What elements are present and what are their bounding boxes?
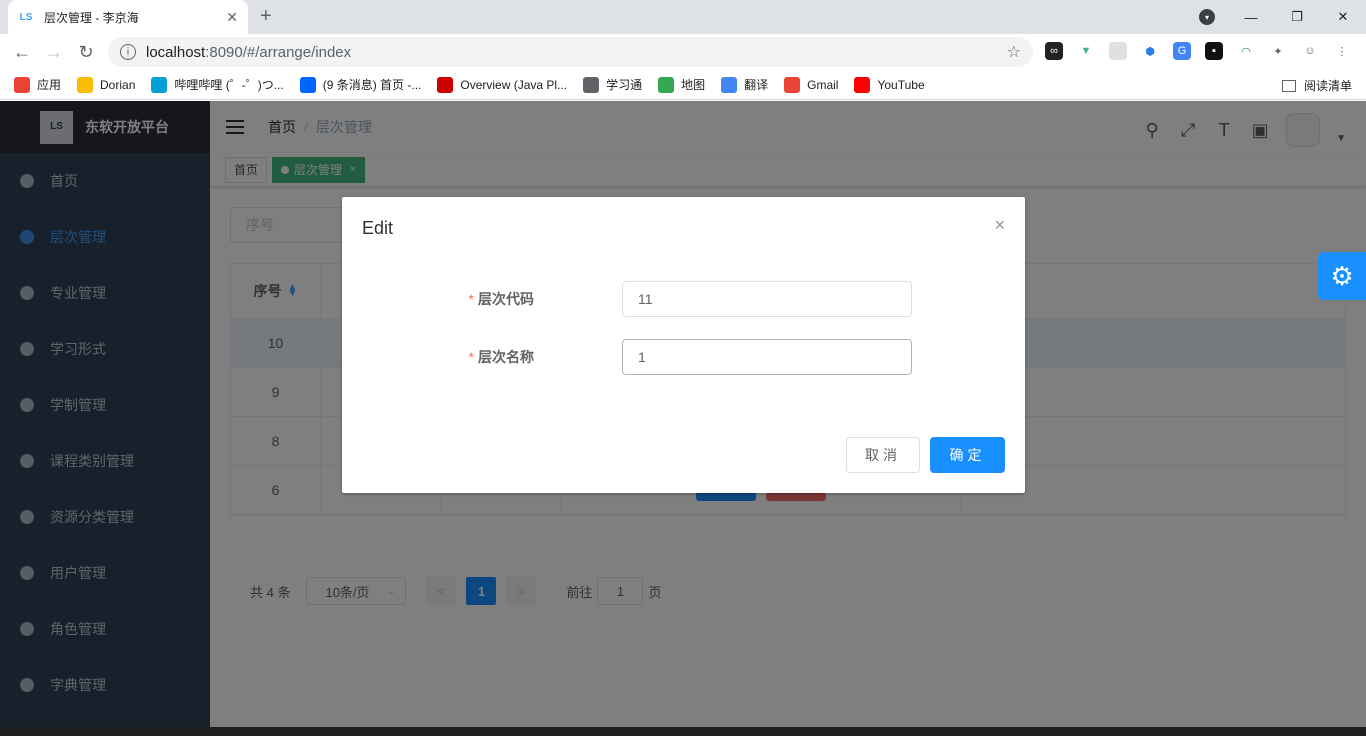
translate-ext-icon[interactable]: G bbox=[1173, 42, 1191, 60]
minimize-icon[interactable]: — bbox=[1228, 10, 1274, 25]
menu-kebab-icon[interactable]: ⋮ bbox=[1333, 42, 1351, 60]
form-row-code: * 层次代码 11 bbox=[342, 281, 1025, 317]
bookmarks-bar: 应用 Dorian 哔哩哔哩 (゜-゜)つ... (9 条消息) 首页 -... Ove… bbox=[0, 70, 1366, 100]
wifi-icon[interactable]: ◠ bbox=[1237, 42, 1255, 60]
browser-tab[interactable]: LS 层次管理 - 李京海 ✕ bbox=[8, 0, 248, 34]
close-window-icon[interactable]: ✕ bbox=[1320, 9, 1366, 25]
cancel-button[interactable]: 取消 bbox=[846, 437, 920, 473]
bookmark-item[interactable]: YouTube bbox=[854, 76, 925, 93]
bookmark-icon bbox=[299, 76, 316, 93]
url-text[interactable]: localhost:8090/#/arrange/index bbox=[146, 44, 1007, 61]
form-row-name: * 层次名称 1 bbox=[342, 339, 1025, 375]
browser-toolbar: ← → ↻ i localhost:8090/#/arrange/index ☆… bbox=[0, 34, 1366, 70]
browser-tabstrip: LS 层次管理 - 李京海 ✕ + ▾ — ❐ ✕ bbox=[0, 0, 1366, 34]
confirm-button[interactable]: 确定 bbox=[930, 437, 1005, 473]
back-icon[interactable]: ← bbox=[6, 42, 38, 63]
bookmark-icon bbox=[151, 76, 168, 93]
site-info-icon[interactable]: i bbox=[120, 44, 136, 60]
field-label: * 层次名称 bbox=[468, 349, 534, 365]
bookmark-item[interactable]: 应用 bbox=[14, 76, 61, 93]
bookmark-icon bbox=[77, 76, 94, 93]
forward-icon[interactable]: → bbox=[38, 42, 70, 63]
bookmark-icon bbox=[658, 76, 675, 93]
tab-search-icon[interactable]: ▾ bbox=[1199, 9, 1215, 25]
reload-icon[interactable]: ↻ bbox=[70, 42, 102, 63]
taskbar bbox=[0, 727, 1366, 736]
dialog-title: Edit bbox=[362, 218, 394, 238]
bookmark-item[interactable]: Dorian bbox=[77, 76, 135, 93]
puzzle-icon[interactable]: ✦ bbox=[1269, 42, 1287, 60]
bookmark-item[interactable]: (9 条消息) 首页 -... bbox=[299, 76, 421, 93]
edit-dialog: Edit × * 层次代码 11 * 层次名称 1 取消 确定 bbox=[342, 197, 1025, 493]
level-code-input[interactable]: 11 bbox=[622, 281, 912, 317]
bookmark-star-icon[interactable]: ☆ bbox=[1007, 42, 1021, 62]
bookmark-item[interactable]: 学习通 bbox=[583, 76, 642, 93]
reading-list-icon bbox=[1281, 79, 1296, 92]
extensions-bar: ∞ ▼ ⬢ G ▪ ◠ ✦ ☺ ⋮ bbox=[1045, 42, 1351, 60]
level-name-input[interactable]: 1 bbox=[622, 339, 912, 375]
bookmark-icon bbox=[583, 76, 600, 93]
field-label: * 层次代码 bbox=[468, 291, 534, 307]
extension-icon[interactable]: ▪ bbox=[1205, 42, 1223, 60]
bookmark-item[interactable]: 翻译 bbox=[721, 76, 768, 93]
bookmark-item[interactable]: Overview (Java Pl... bbox=[437, 76, 567, 93]
restore-icon[interactable]: ❐ bbox=[1274, 9, 1320, 25]
vue-devtools-icon[interactable]: ▼ bbox=[1077, 42, 1095, 60]
bookmark-icon bbox=[721, 76, 738, 93]
bookmark-icon bbox=[437, 76, 454, 93]
bookmark-item[interactable]: 地图 bbox=[658, 76, 705, 93]
bookmark-icon bbox=[14, 76, 30, 93]
address-bar[interactable]: i localhost:8090/#/arrange/index ☆ bbox=[108, 37, 1033, 67]
bookmark-icon bbox=[854, 76, 871, 93]
window-controls: — ❐ ✕ bbox=[1228, 0, 1366, 34]
extension-icon[interactable]: ⬢ bbox=[1141, 42, 1159, 60]
tab-close-icon[interactable]: ✕ bbox=[226, 9, 238, 26]
tab-title: 层次管理 - 李京海 bbox=[44, 10, 139, 25]
reading-list-button[interactable]: 阅读清单 bbox=[1281, 77, 1352, 94]
profile-icon[interactable]: ☺ bbox=[1301, 42, 1319, 60]
bookmark-icon bbox=[784, 76, 801, 93]
close-icon[interactable]: × bbox=[994, 215, 1005, 236]
new-tab-button[interactable]: + bbox=[260, 5, 272, 28]
extension-icon[interactable]: ∞ bbox=[1045, 42, 1063, 60]
extension-icon[interactable] bbox=[1109, 42, 1127, 60]
settings-gear-icon[interactable]: ⚙ bbox=[1318, 252, 1366, 300]
reading-list-label: 阅读清单 bbox=[1303, 79, 1352, 93]
tab-favicon-icon: LS bbox=[19, 11, 33, 23]
bookmark-item[interactable]: Gmail bbox=[784, 76, 838, 93]
bookmark-item[interactable]: 哔哩哔哩 (゜-゜)つ... bbox=[151, 76, 284, 93]
